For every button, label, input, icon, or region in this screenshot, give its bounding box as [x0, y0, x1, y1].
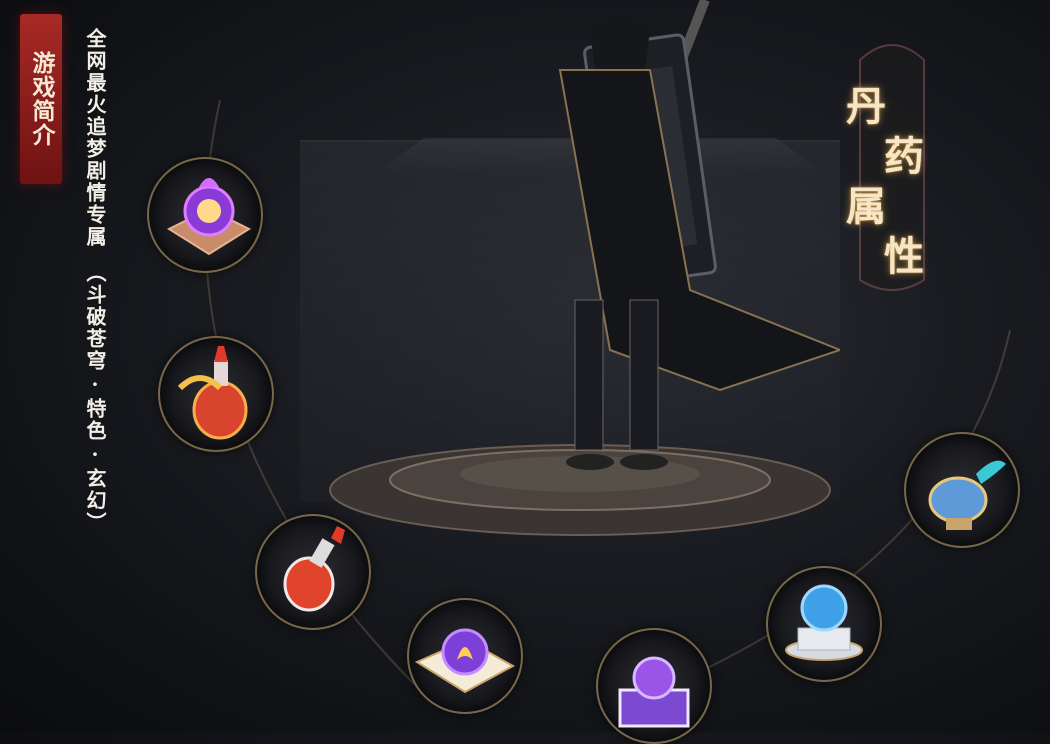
potion-attribute-title: 丹 药 属 性	[842, 30, 942, 300]
blue-orb-pedestal-icon[interactable]	[766, 566, 882, 682]
attribute-title-char-4: 性	[884, 233, 924, 280]
attribute-title-char-3: 属	[846, 183, 886, 230]
hero-character	[558, 0, 840, 470]
attribute-title-char-1: 丹	[846, 83, 886, 130]
game-intro-tag: 游戏简介	[20, 14, 62, 184]
red-silver-gourd-icon[interactable]	[255, 514, 371, 630]
blue-lamp-vessel-icon[interactable]	[904, 432, 1020, 548]
game-intro-tag-label: 游戏简介	[28, 51, 55, 147]
game-intro-text: 全网最火追梦剧情专属 （斗破苍穹·特色·玄幻）	[80, 28, 370, 534]
red-gold-gourd-icon[interactable]	[158, 336, 274, 452]
intro-line-main: 全网最火追梦剧情专属	[83, 28, 107, 248]
purple-flame-scroll-icon[interactable]	[407, 598, 523, 714]
purple-crystal-box-icon[interactable]	[596, 628, 712, 744]
game-scene: 游戏简介 全网最火追梦剧情专属 （斗破苍穹·特色·玄幻） 丹 药 属 性	[0, 0, 1050, 744]
intro-line-sub: （斗破苍穹·特色·玄幻）	[83, 262, 107, 534]
purple-orb-on-cloth-icon[interactable]	[147, 157, 263, 273]
attribute-title-char-2: 药	[884, 133, 924, 180]
